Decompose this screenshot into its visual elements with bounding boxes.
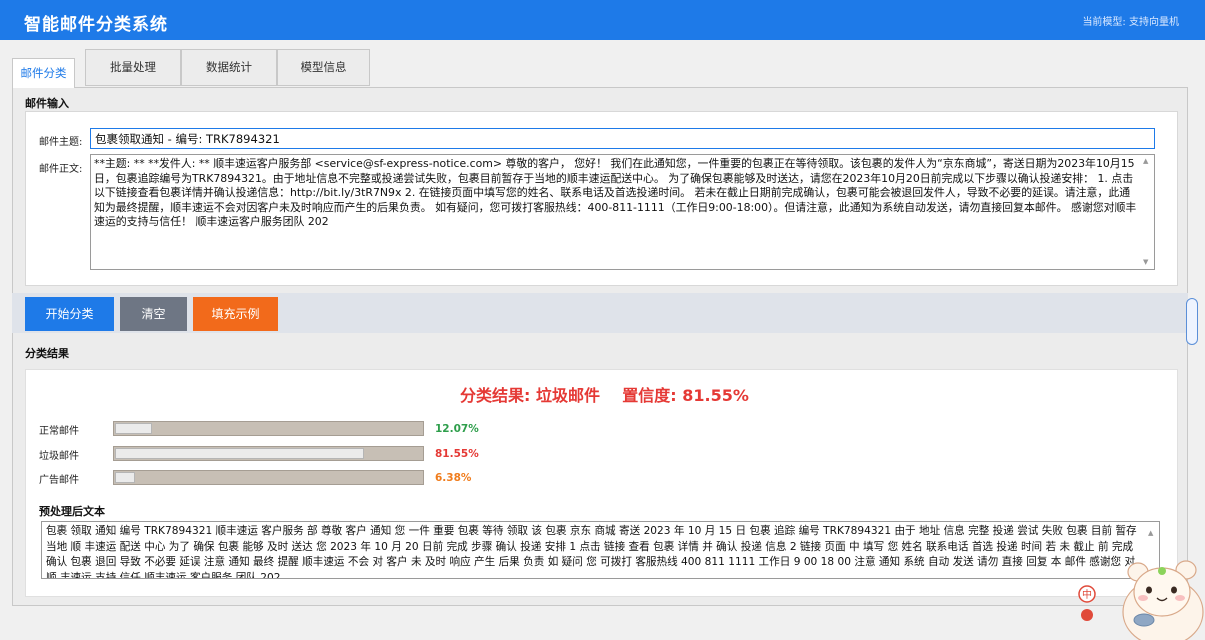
current-model-label: 当前模型: 支持向量机 <box>1082 17 1179 28</box>
probability-fill-spam <box>115 448 364 459</box>
body-scroll-down-icon[interactable]: ▼ <box>1143 258 1148 266</box>
probability-fill-normal <box>115 423 152 434</box>
clear-button[interactable]: 清空 <box>120 297 187 331</box>
side-drawer-handle[interactable] <box>1186 298 1198 345</box>
preprocessed-textarea[interactable]: 包裹 领取 通知 编号 TRK7894321 顺丰速运 客户服务 部 尊敬 客户… <box>41 521 1160 579</box>
probability-bar-ad <box>113 470 424 485</box>
body-text: **主题: ** **发件人: ** 顺丰速运客户服务部 <service@sf… <box>94 157 1137 229</box>
preprocessed-scroll-up-icon[interactable]: ▲ <box>1148 529 1153 537</box>
body-textarea[interactable]: **主题: ** **发件人: ** 顺丰速运客户服务部 <service@sf… <box>90 154 1155 270</box>
fill-example-button[interactable]: 填充示例 <box>193 297 278 331</box>
email-input-heading: 邮件输入 <box>25 97 69 110</box>
tab-model-info[interactable]: 模型信息 <box>277 49 370 86</box>
start-classify-button[interactable]: 开始分类 <box>25 297 114 331</box>
preprocessed-heading: 预处理后文本 <box>39 505 105 518</box>
probability-bar-normal <box>113 421 424 436</box>
mascot-badge: 中 <box>1082 588 1092 601</box>
tab-data-stats[interactable]: 数据统计 <box>181 49 277 86</box>
category-label-normal: 正常邮件 <box>39 426 79 437</box>
mascot-assistant-icon[interactable]: 中 <box>1078 550 1205 640</box>
result-heading: 分类结果 <box>25 347 69 360</box>
probability-spam: 81.55% <box>435 448 479 460</box>
probability-fill-ad <box>115 472 135 483</box>
body-scroll-up-icon[interactable]: ▲ <box>1143 157 1148 165</box>
body-label: 邮件正文: <box>39 164 83 175</box>
tab-email-classify[interactable]: 邮件分类 <box>12 58 75 88</box>
tab-batch-process[interactable]: 批量处理 <box>85 49 181 86</box>
app-title: 智能邮件分类系统 <box>24 15 168 35</box>
probability-ad: 6.38% <box>435 472 472 484</box>
category-label-ad: 广告邮件 <box>39 475 79 486</box>
probability-bar-spam <box>113 446 424 461</box>
action-bar <box>12 293 1188 333</box>
subject-label: 邮件主题: <box>39 137 83 148</box>
title-bar: 智能邮件分类系统 当前模型: 支持向量机 <box>0 0 1205 40</box>
subject-input[interactable] <box>90 128 1155 149</box>
category-label-spam: 垃圾邮件 <box>39 451 79 462</box>
probability-normal: 12.07% <box>435 423 479 435</box>
result-headline: 分类结果: 垃圾邮件 置信度: 81.55% <box>460 386 749 405</box>
preprocessed-text: 包裹 领取 通知 编号 TRK7894321 顺丰速运 客户服务 部 尊敬 客户… <box>46 525 1137 579</box>
